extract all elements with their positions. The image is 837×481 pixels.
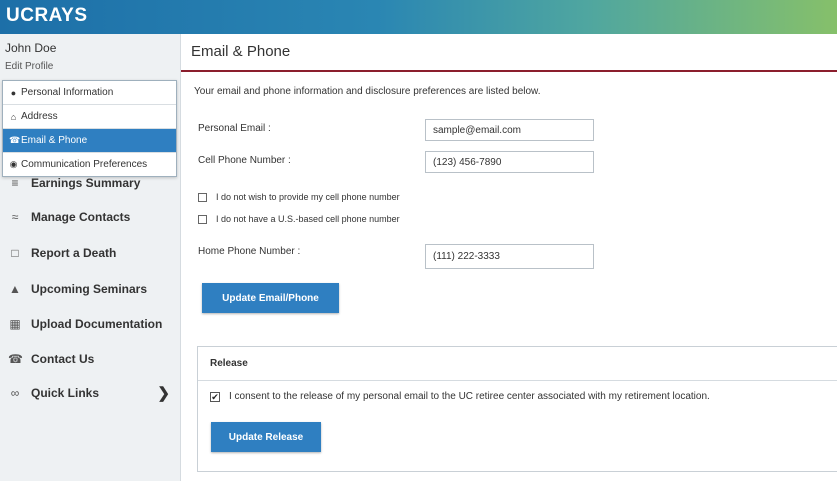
coins-icon: ≡	[11, 176, 19, 190]
nav-item-label: Contact Us	[31, 352, 95, 366]
no-cell-checkbox-row[interactable]: I do not wish to provide my cell phone n…	[198, 192, 400, 202]
nav-item-label: Report a Death	[31, 246, 117, 260]
person-icon: ●	[10, 87, 17, 98]
link-icon: ∞	[10, 386, 20, 400]
nav-item-label: Upcoming Seminars	[31, 282, 148, 296]
release-section: Release ✔ I consent to the release of my…	[197, 346, 837, 472]
upload-icon: ▦	[9, 317, 21, 331]
nav-item-upload-documentation[interactable]: ▦ Upload Documentation	[0, 312, 180, 336]
personal-email-label: Personal Email :	[198, 123, 271, 134]
document-icon: □	[11, 246, 19, 260]
edit-profile-link[interactable]: Edit Profile	[5, 61, 53, 72]
no-cell-checkbox[interactable]	[198, 192, 207, 202]
seminar-icon: ▲	[9, 282, 21, 296]
chevron-right-icon: ❯	[157, 385, 170, 402]
nav-item-contact-us[interactable]: ☎ Contact Us	[0, 347, 180, 371]
nav-item-quick-links[interactable]: ∞ Quick Links ❯	[0, 381, 180, 405]
phone-icon: ☎	[8, 352, 23, 366]
nav-item-label: Manage Contacts	[31, 210, 131, 224]
submenu-item-label: Personal Information	[21, 87, 114, 98]
submenu-item-label: Communication Preferences	[21, 159, 148, 170]
brand-logo[interactable]: UCRAYS	[6, 5, 88, 27]
sidebar: John Doe Edit Profile ● Personal Informa…	[0, 34, 181, 481]
no-cell-checkbox-label: I do not wish to provide my cell phone n…	[216, 192, 400, 202]
submenu-item-email-phone[interactable]: ☎ Email & Phone	[3, 129, 176, 153]
cell-phone-label: Cell Phone Number :	[198, 155, 291, 166]
nav-item-report-a-death[interactable]: □ Report a Death	[0, 241, 180, 265]
phone-icon: ☎	[9, 135, 21, 145]
submenu-item-personal-information[interactable]: ● Personal Information	[3, 81, 176, 105]
personal-email-input[interactable]	[425, 119, 594, 141]
intro-text: Your email and phone information and dis…	[194, 86, 541, 97]
user-name: John Doe	[5, 41, 57, 55]
consent-checkbox[interactable]: ✔	[210, 391, 220, 402]
nav-item-label: Quick Links	[31, 386, 100, 400]
page-title: Email & Phone	[191, 43, 291, 60]
consent-checkbox-label: I consent to the release of my personal …	[229, 391, 710, 402]
nav-item-label: Upload Documentation	[31, 317, 163, 331]
home-phone-input[interactable]	[425, 244, 594, 269]
submenu-item-label: Address	[21, 111, 58, 122]
nav-item-earnings-summary[interactable]: ≡ Earnings Summary	[0, 171, 180, 195]
edit-profile-submenu: ● Personal Information ⌂ Address ☎ Email…	[2, 80, 177, 177]
no-us-cell-checkbox[interactable]	[198, 214, 207, 224]
release-divider	[198, 380, 837, 381]
release-title: Release	[210, 358, 248, 369]
main-content: Email & Phone Your email and phone infor…	[181, 34, 837, 481]
nav-item-label: Earnings Summary	[31, 176, 141, 190]
home-icon: ⌂	[10, 111, 17, 122]
home-phone-label: Home Phone Number :	[198, 246, 301, 257]
submenu-item-address[interactable]: ⌂ Address	[3, 105, 176, 129]
update-email-phone-button[interactable]: Update Email/Phone	[202, 283, 339, 313]
cell-phone-input[interactable]	[425, 151, 594, 173]
nav-item-manage-contacts[interactable]: ≈ Manage Contacts	[0, 205, 180, 229]
no-us-cell-checkbox-row[interactable]: I do not have a U.S.-based cell phone nu…	[198, 214, 400, 224]
chat-icon: ◉	[9, 159, 18, 169]
consent-checkbox-row[interactable]: ✔ I consent to the release of my persona…	[210, 391, 710, 402]
no-us-cell-checkbox-label: I do not have a U.S.-based cell phone nu…	[216, 214, 400, 224]
update-release-button[interactable]: Update Release	[211, 422, 321, 452]
top-banner: UCRAYS	[0, 0, 837, 34]
submenu-item-label: Email & Phone	[21, 135, 88, 146]
contacts-icon: ≈	[11, 210, 19, 224]
title-divider	[181, 70, 837, 72]
nav-item-upcoming-seminars[interactable]: ▲ Upcoming Seminars	[0, 277, 180, 301]
